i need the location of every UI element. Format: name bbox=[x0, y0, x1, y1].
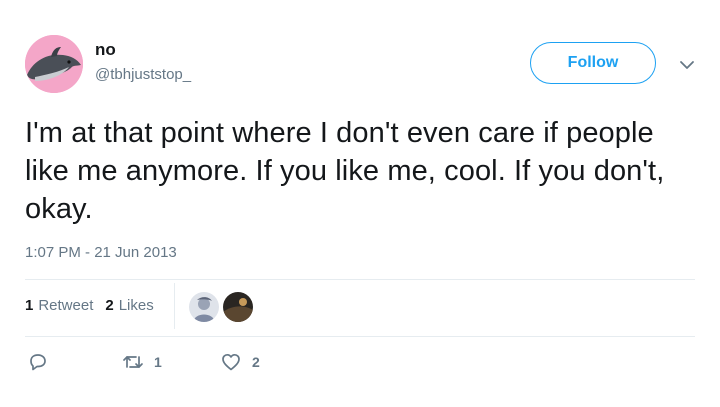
retweet-stat-label: Retweet bbox=[38, 297, 94, 314]
like-button[interactable]: 2 bbox=[220, 351, 260, 373]
retweet-icon bbox=[123, 356, 143, 368]
retweet-stat[interactable]: 1 Retweet bbox=[25, 297, 93, 314]
retweet-action-count: 1 bbox=[154, 354, 162, 370]
user-handle[interactable]: @tbhjuststop_ bbox=[95, 66, 191, 83]
liker-avatar[interactable] bbox=[189, 292, 219, 322]
divider bbox=[25, 336, 695, 337]
chevron-down-icon[interactable] bbox=[678, 56, 696, 74]
liker-avatar-image bbox=[189, 292, 219, 322]
heart-icon bbox=[222, 353, 240, 371]
tweet-timestamp[interactable]: 1:07 PM - 21 Jun 2013 bbox=[25, 244, 177, 261]
follow-button[interactable]: Follow bbox=[530, 42, 656, 84]
retweet-button[interactable]: 1 bbox=[122, 351, 162, 373]
retweet-count: 1 bbox=[25, 297, 34, 314]
dolphin-avatar bbox=[25, 35, 83, 93]
reply-button[interactable] bbox=[27, 351, 59, 373]
likes-stat[interactable]: 2 Likes bbox=[105, 297, 153, 314]
reply-icon bbox=[30, 354, 46, 371]
tweet-text: I'm at that point where I don't even car… bbox=[25, 117, 665, 225]
avatar[interactable] bbox=[25, 35, 83, 93]
liker-avatar[interactable] bbox=[223, 292, 253, 322]
like-action-count: 2 bbox=[252, 354, 260, 370]
likes-count: 2 bbox=[105, 297, 114, 314]
stats-separator bbox=[174, 283, 175, 329]
divider bbox=[25, 279, 695, 280]
display-name[interactable]: no bbox=[95, 40, 116, 60]
liker-avatar-image bbox=[223, 292, 253, 322]
engagement-stats: 1 Retweet 2 Likes bbox=[25, 297, 166, 314]
likes-stat-label: Likes bbox=[118, 297, 154, 314]
